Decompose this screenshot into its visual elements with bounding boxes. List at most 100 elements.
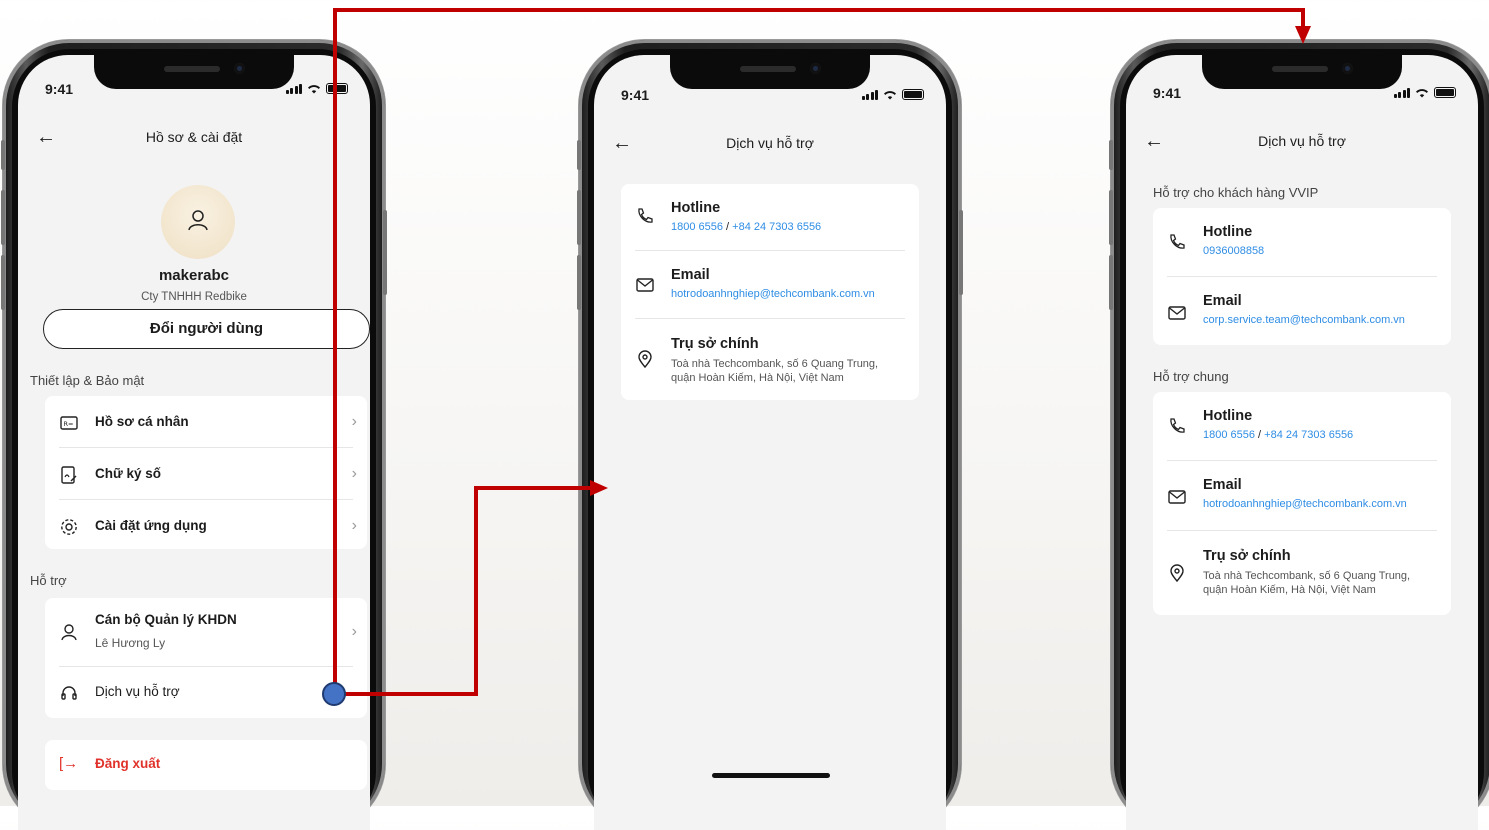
support-card: Cán bộ Quản lý KHDN Lê Hương Ly › Dịch v… bbox=[45, 598, 367, 718]
avatar[interactable] bbox=[161, 185, 235, 259]
menu-label: Chữ ký số bbox=[95, 466, 162, 481]
flow-line-up bbox=[474, 486, 478, 696]
gear-icon bbox=[61, 519, 77, 535]
hq-address-line1: Toà nhà Techcombank, số 6 Quang Trung, bbox=[1203, 570, 1411, 582]
email-label: Email bbox=[1203, 477, 1242, 493]
phone-icon bbox=[1170, 418, 1185, 433]
menu-item-digital-signature[interactable]: Chữ ký số › bbox=[59, 448, 357, 500]
menu-item-support-service[interactable]: Dịch vụ hỗ trợ bbox=[59, 667, 353, 718]
chevron-right-icon: › bbox=[351, 516, 357, 534]
chevron-right-icon: › bbox=[351, 623, 357, 640]
flow-line-top bbox=[333, 8, 1305, 12]
hotline-number-2[interactable]: +84 24 7303 6556 bbox=[1264, 429, 1353, 441]
email-row[interactable]: Email hotrodoanhnghiep@techcombank.com.v… bbox=[635, 251, 905, 319]
manager-name: Lê Hương Ly bbox=[95, 636, 166, 650]
hotline-label: Hotline bbox=[1203, 224, 1253, 240]
hotline-label: Hotline bbox=[671, 200, 721, 216]
page-title: Dịch vụ hỗ trợ bbox=[1258, 133, 1346, 149]
menu-label: Dịch vụ hỗ trợ bbox=[95, 684, 180, 699]
vvip-hotline-row[interactable]: Hotline 0936008858 bbox=[1167, 208, 1437, 277]
vvip-card: Hotline 0936008858 Email corp.service.te… bbox=[1153, 208, 1451, 345]
screen-support-service: 9:41 ← Dịch vụ hỗ trợ Hotline 1800 6556 … bbox=[594, 55, 946, 830]
vvip-email-address[interactable]: corp.service.team@techcombank.com.vn bbox=[1203, 314, 1405, 326]
hotline-label: Hotline bbox=[1203, 408, 1253, 424]
email-label: Email bbox=[1203, 293, 1242, 309]
chevron-right-icon: › bbox=[351, 412, 357, 430]
email-row[interactable]: Email hotrodoanhnghiep@techcombank.com.v… bbox=[1167, 461, 1437, 531]
section-title-support: Hỗ trợ bbox=[30, 573, 67, 588]
phone-icon bbox=[638, 208, 653, 223]
email-label: Email bbox=[671, 267, 710, 283]
status-icons bbox=[1393, 87, 1456, 98]
mail-icon bbox=[636, 278, 654, 292]
hq-label: Trụ sở chính bbox=[1203, 548, 1291, 564]
battery-icon bbox=[326, 83, 348, 94]
hq-address-line1: Toà nhà Techcombank, số 6 Quang Trung, bbox=[671, 358, 879, 370]
hotline-row[interactable]: Hotline 1800 6556 / +84 24 7303 6556 bbox=[635, 184, 905, 251]
wifi-icon bbox=[308, 85, 320, 94]
status-time: 9:41 bbox=[1153, 85, 1182, 101]
email-address[interactable]: hotrodoanhnghiep@techcombank.com.vn bbox=[1203, 498, 1407, 510]
hotline-number-1[interactable]: 1800 6556 bbox=[1203, 429, 1255, 441]
logout-icon: [→ bbox=[59, 755, 79, 772]
flow-line-to-screen2 bbox=[474, 486, 594, 490]
status-icons bbox=[285, 83, 348, 94]
menu-item-app-settings[interactable]: Cài đặt ứng dụng › bbox=[59, 500, 357, 551]
status-time: 9:41 bbox=[621, 87, 650, 103]
mail-icon bbox=[1168, 306, 1186, 320]
hq-address-line2: quận Hoàn Kiếm, Hà Nội, Việt Nam bbox=[1203, 584, 1376, 596]
headquarters-row: Trụ sở chính Toà nhà Techcombank, số 6 Q… bbox=[635, 319, 905, 399]
section-title-general: Hỗ trợ chung bbox=[1153, 369, 1229, 384]
phone-support-service-vvip: 9:41 ← Dịch vụ hỗ trợ Hỗ trợ cho khách h… bbox=[1109, 40, 1489, 830]
location-pin-icon bbox=[1170, 564, 1184, 583]
hotline-separator: / bbox=[1255, 429, 1265, 441]
signal-icon bbox=[285, 84, 302, 94]
menu-item-account-manager[interactable]: Cán bộ Quản lý KHDN Lê Hương Ly › bbox=[59, 598, 357, 667]
status-time: 9:41 bbox=[45, 81, 74, 97]
phone-support-service: 9:41 ← Dịch vụ hỗ trợ Hotline 1800 6556 … bbox=[577, 40, 963, 830]
flow-start-dot bbox=[322, 682, 346, 706]
home-indicator bbox=[712, 773, 830, 778]
email-address[interactable]: hotrodoanhnghiep@techcombank.com.vn bbox=[671, 288, 875, 300]
headquarters-row: Trụ sở chính Toà nhà Techcombank, số 6 Q… bbox=[1167, 531, 1437, 615]
phone-icon bbox=[1170, 234, 1185, 249]
hotline-separator: / bbox=[723, 221, 733, 233]
flow-line-right bbox=[340, 692, 478, 696]
person-icon bbox=[61, 624, 77, 641]
screen-profile-settings: 9:41 ← Hồ sơ & cài đặt makerabc Cty TNHH… bbox=[18, 55, 370, 830]
section-title-settings: Thiết lập & Bảo mật bbox=[30, 373, 145, 388]
battery-icon bbox=[902, 89, 924, 100]
menu-label: Hồ sơ cá nhân bbox=[95, 414, 189, 429]
menu-item-profile[interactable]: R= Hồ sơ cá nhân › bbox=[59, 396, 357, 448]
hotline-number-2[interactable]: +84 24 7303 6556 bbox=[732, 221, 821, 233]
manager-title: Cán bộ Quản lý KHDN bbox=[95, 612, 237, 627]
settings-card: R= Hồ sơ cá nhân › Chữ ký số › Cài đặt ứ… bbox=[45, 396, 367, 549]
page-title: Dịch vụ hỗ trợ bbox=[726, 135, 814, 151]
username: makerabc bbox=[158, 267, 230, 284]
hotline-row[interactable]: Hotline 1800 6556 / +84 24 7303 6556 bbox=[1167, 392, 1437, 461]
vvip-hotline-number[interactable]: 0936008858 bbox=[1203, 245, 1264, 257]
arrowhead-right-icon bbox=[590, 480, 608, 496]
arrowhead-down-icon bbox=[1295, 26, 1311, 44]
headset-icon bbox=[61, 686, 77, 700]
vvip-email-row[interactable]: Email corp.service.team@techcombank.com.… bbox=[1167, 277, 1437, 346]
wifi-icon bbox=[884, 91, 896, 100]
signal-icon bbox=[1393, 88, 1410, 98]
location-pin-icon bbox=[638, 350, 652, 369]
general-support-card: Hotline 1800 6556 / +84 24 7303 6556 Ema… bbox=[1153, 392, 1451, 615]
section-title-vvip: Hỗ trợ cho khách hàng VVIP bbox=[1153, 185, 1319, 200]
switch-user-button[interactable]: Đổi người dùng bbox=[43, 309, 370, 349]
menu-label: Cài đặt ứng dụng bbox=[95, 518, 207, 533]
chevron-right-icon: › bbox=[351, 464, 357, 482]
signal-icon bbox=[861, 90, 878, 100]
user-icon bbox=[188, 210, 208, 231]
contact-card: Hotline 1800 6556 / +84 24 7303 6556 Ema… bbox=[621, 184, 919, 400]
hq-address-line2: quận Hoàn Kiếm, Hà Nội, Việt Nam bbox=[671, 372, 844, 384]
hotline-number-1[interactable]: 1800 6556 bbox=[671, 221, 723, 233]
id-card-icon: R= bbox=[60, 416, 78, 430]
page-title: Hồ sơ & cài đặt bbox=[145, 129, 243, 145]
wifi-icon bbox=[1416, 89, 1428, 98]
logout-button[interactable]: [→ Đăng xuất bbox=[45, 740, 367, 790]
status-icons bbox=[861, 89, 924, 100]
flow-line-vertical-to-top bbox=[333, 8, 337, 694]
